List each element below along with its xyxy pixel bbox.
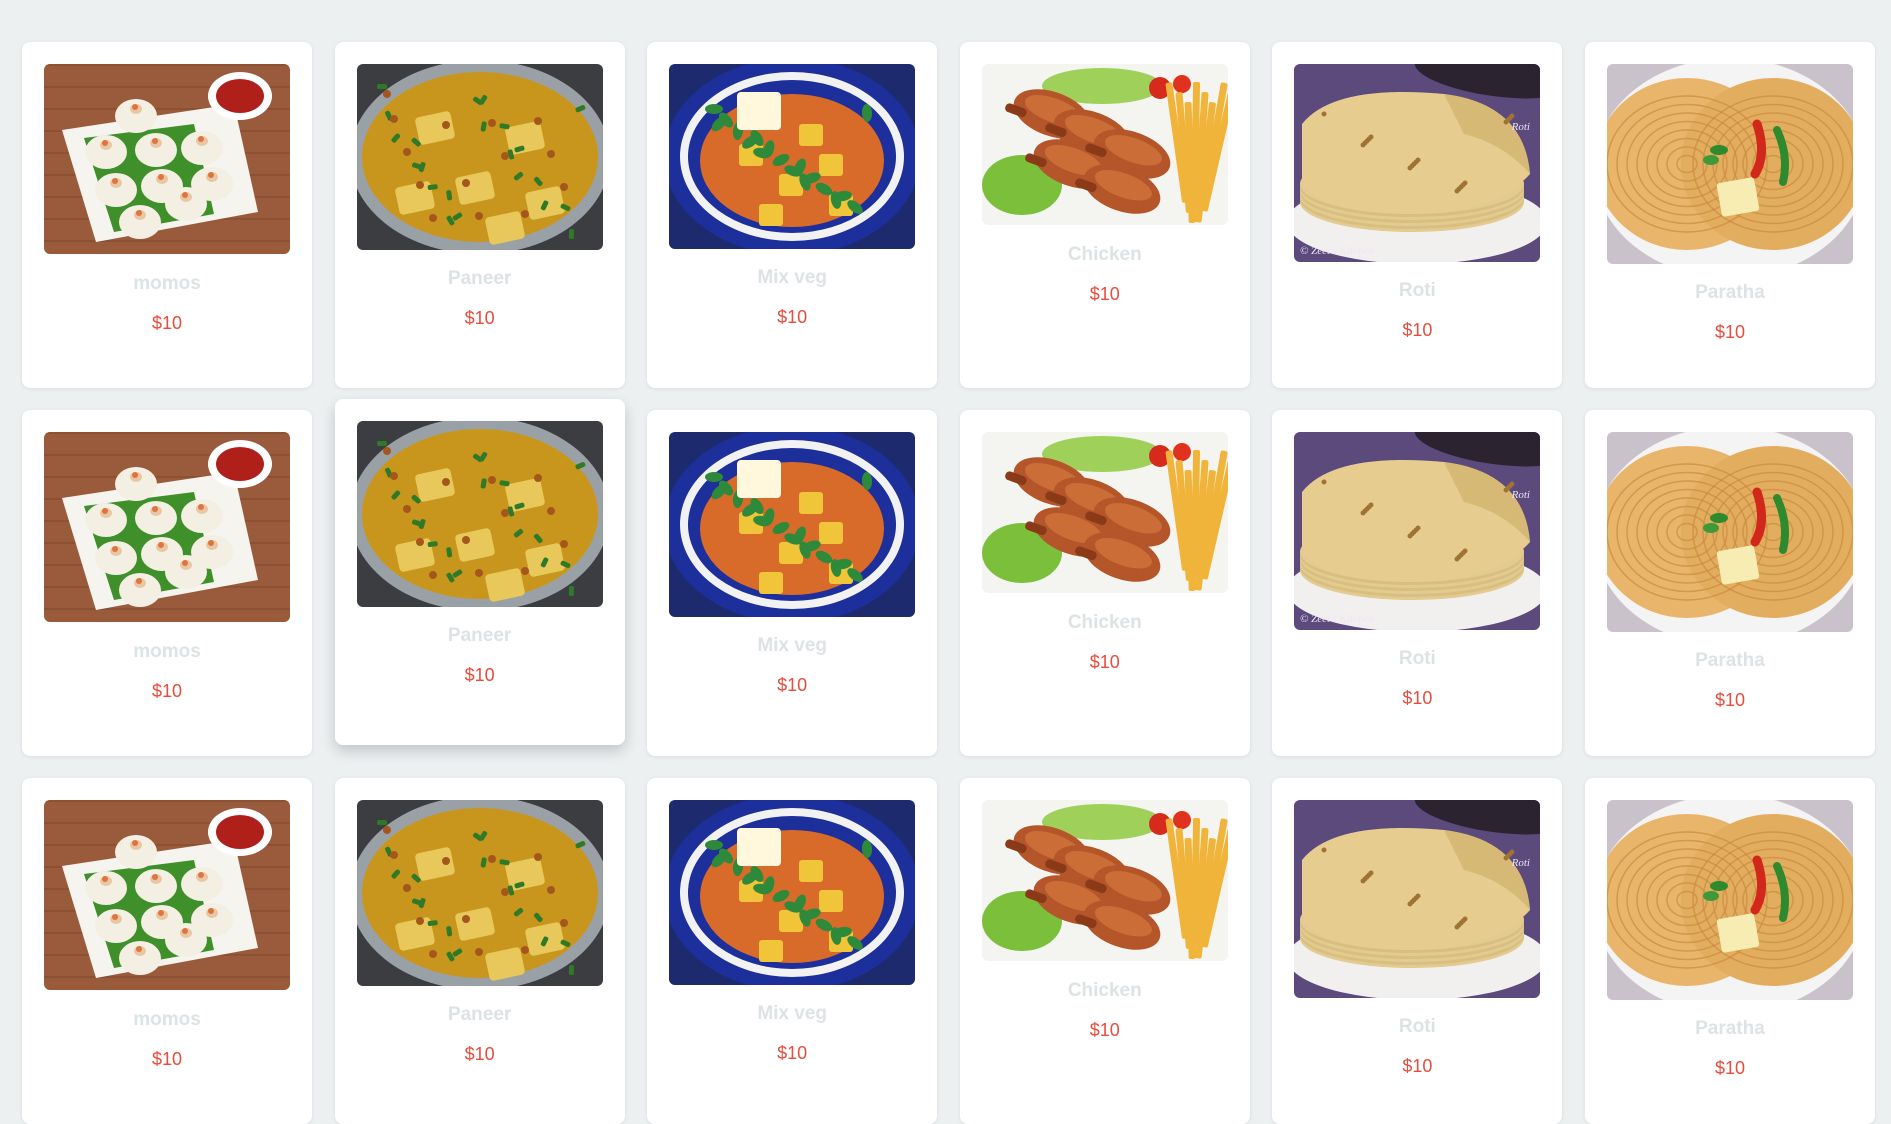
item-name: Mix veg [757, 635, 828, 656]
item-name: Chicken [1067, 980, 1142, 1001]
item-price: $10 [1402, 320, 1433, 340]
item-price: $10 [464, 1044, 495, 1064]
food-image[interactable] [669, 432, 916, 617]
menu-card[interactable]: Roti Roti $10 [1272, 778, 1563, 1124]
menu-card[interactable]: Mix veg $10 [647, 410, 938, 756]
item-price: $10 [1714, 1058, 1745, 1078]
roti-corner-label: Roti [1511, 489, 1530, 501]
item-price: $10 [1714, 322, 1745, 342]
item-price: $10 [1402, 688, 1433, 708]
item-price: $10 [1089, 284, 1120, 304]
item-price: $10 [151, 681, 183, 701]
food-image[interactable] [44, 800, 290, 990]
roti-watermark: © Zeel's Kitchen [1300, 245, 1374, 257]
menu-card[interactable]: Paneer $10 [334, 42, 625, 388]
item-name: Paratha [1695, 650, 1765, 671]
roti-corner-label: Roti [1511, 121, 1530, 133]
menu-card[interactable]: Chicken $10 [959, 778, 1250, 1124]
item-price: $10 [1089, 652, 1120, 672]
item-price: $10 [777, 675, 808, 695]
menu-card[interactable]: momos $10 [22, 42, 312, 388]
food-image[interactable]: Roti © Zeel's Kitchen [1294, 432, 1541, 630]
item-name: Paratha [1695, 282, 1765, 303]
item-name: Chicken [1067, 612, 1142, 633]
food-image[interactable] [981, 432, 1228, 593]
item-price: $10 [777, 1043, 808, 1063]
item-price: $10 [1402, 1056, 1433, 1076]
food-image[interactable] [356, 64, 603, 250]
food-image[interactable] [981, 64, 1228, 225]
menu-card[interactable]: Paratha $10 [1584, 410, 1875, 756]
item-name: Mix veg [757, 267, 828, 288]
item-price: $10 [1714, 690, 1745, 710]
roti-watermark: © Zeel's Kitchen [1300, 613, 1374, 625]
food-image[interactable] [356, 421, 603, 607]
item-name: momos [133, 273, 201, 294]
item-price: $10 [151, 1049, 183, 1069]
item-name: Roti [1398, 280, 1436, 301]
item-name: Chicken [1067, 244, 1142, 265]
roti-corner-label: Roti [1511, 857, 1530, 869]
menu-card[interactable]: Chicken $10 [959, 410, 1250, 756]
menu-card[interactable]: Chicken $10 [959, 42, 1250, 388]
item-name: momos [133, 1009, 201, 1030]
menu-card[interactable]: Mix veg $10 [647, 42, 938, 388]
item-price: $10 [151, 313, 183, 333]
item-name: Paneer [447, 268, 512, 289]
menu-card[interactable]: Paneer $10 [334, 778, 625, 1124]
menu-card[interactable]: Paratha $10 [1584, 778, 1875, 1124]
food-image[interactable] [669, 64, 916, 249]
menu-card[interactable]: Roti © Zeel's Kitchen Roti $10 [1272, 42, 1563, 388]
item-name: Paneer [447, 1004, 512, 1025]
item-name: Mix veg [757, 1003, 828, 1024]
item-price: $10 [777, 307, 808, 327]
menu-card[interactable]: Mix veg $10 [647, 778, 938, 1124]
food-image[interactable] [1606, 800, 1853, 1000]
item-name: momos [133, 641, 201, 662]
food-image[interactable]: Roti [1294, 800, 1541, 998]
item-name: Paratha [1695, 1018, 1765, 1039]
food-image[interactable]: Roti © Zeel's Kitchen [1294, 64, 1541, 262]
item-name: Roti [1398, 648, 1436, 669]
food-image[interactable] [356, 800, 603, 986]
food-image[interactable] [1606, 432, 1853, 632]
food-image[interactable] [44, 432, 290, 622]
menu-card[interactable]: momos $10 [22, 410, 312, 756]
menu-card[interactable]: Roti © Zeel's Kitchen Roti $10 [1272, 410, 1563, 756]
item-price: $10 [464, 665, 495, 685]
food-image[interactable] [669, 800, 916, 985]
item-name: Roti [1398, 1016, 1436, 1037]
food-image[interactable] [44, 64, 290, 254]
item-name: Paneer [447, 625, 512, 646]
item-price: $10 [464, 308, 495, 328]
item-price: $10 [1089, 1020, 1120, 1040]
menu-card[interactable]: Paneer $10 [334, 399, 625, 745]
food-image[interactable] [1606, 64, 1853, 264]
menu-grid: momos $10 Paneer $10 Mix veg $10 Chicken $10 Rot… [22, 42, 1875, 1124]
food-image[interactable] [981, 800, 1228, 961]
menu-card[interactable]: momos $10 [22, 778, 312, 1124]
menu-card[interactable]: Paratha $10 [1584, 42, 1875, 388]
